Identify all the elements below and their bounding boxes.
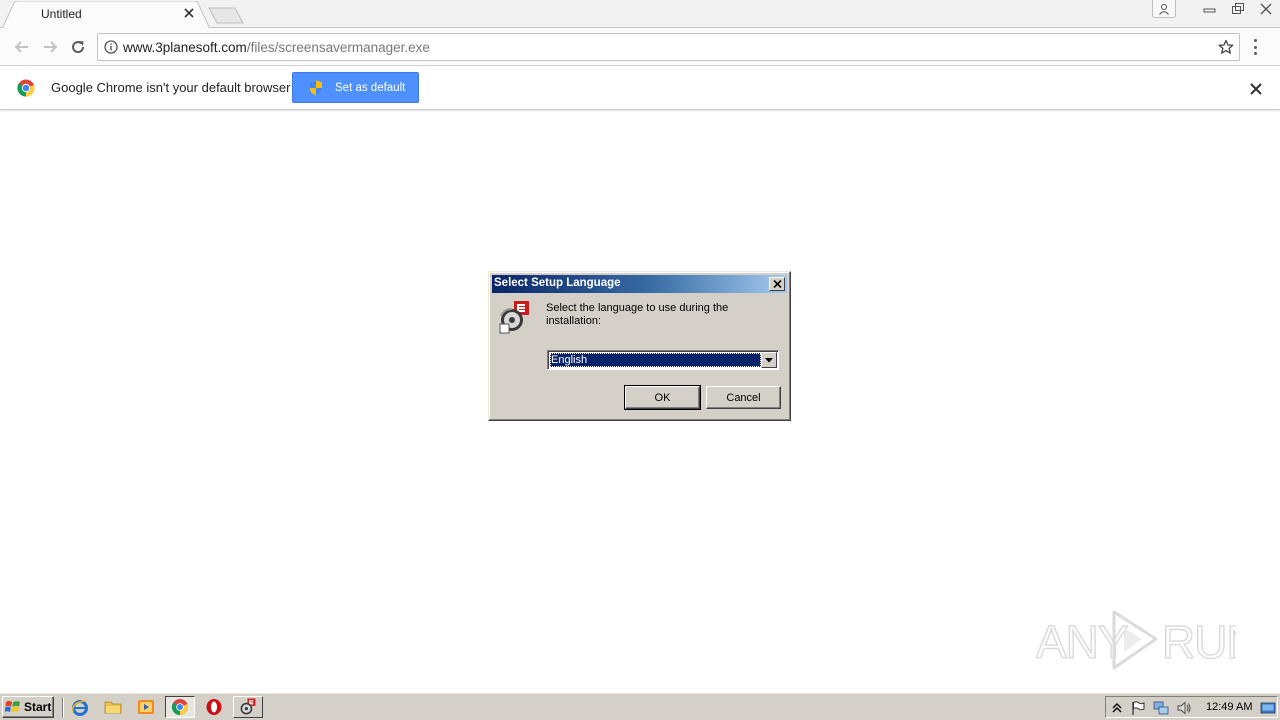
uac-shield-icon <box>310 80 322 95</box>
windows-flag-icon <box>5 701 20 712</box>
setup-taskbar-icon <box>240 698 256 715</box>
file-explorer-icon[interactable] <box>104 698 122 716</box>
language-select[interactable]: English <box>547 350 779 370</box>
browser-toolbar: www.3planesoft.com/files/screensavermana… <box>0 28 1280 66</box>
opera-icon[interactable] <box>205 698 223 716</box>
media-player-icon[interactable] <box>137 698 155 716</box>
taskbar-separator <box>62 697 64 717</box>
dialog-title: Select Setup Language <box>494 277 621 289</box>
site-info-icon[interactable] <box>104 40 118 54</box>
taskbar-setup-button[interactable] <box>233 696 263 718</box>
dropdown-arrow-icon[interactable] <box>761 352 777 368</box>
chrome-menu-icon[interactable] <box>1252 39 1258 55</box>
dialog-message: Select the language to use during the in… <box>546 302 729 327</box>
setup-language-dialog: Select Setup Language Select the languag… <box>488 271 791 421</box>
set-as-default-label: Set as default <box>335 81 406 94</box>
ok-button[interactable]: OK <box>624 385 701 410</box>
default-browser-infobar: Google Chrome isn't your default browser… <box>0 66 1280 110</box>
internet-explorer-icon[interactable] <box>71 698 89 716</box>
dialog-title-bar[interactable]: Select Setup Language <box>492 275 787 293</box>
profile-icon[interactable] <box>1152 0 1176 18</box>
show-desktop-icon[interactable] <box>1260 700 1276 716</box>
cancel-button[interactable]: Cancel <box>706 386 781 409</box>
reload-icon[interactable] <box>68 37 88 57</box>
chrome-taskbar-icon <box>171 699 189 716</box>
tab-strip: Untitled <box>0 0 1280 29</box>
infobar-close-icon[interactable] <box>1249 81 1263 95</box>
volume-icon[interactable] <box>1176 700 1192 716</box>
bookmark-star-icon[interactable] <box>1218 39 1234 55</box>
tab-title: Untitled <box>41 7 82 21</box>
network-icon[interactable] <box>1153 700 1169 716</box>
svg-text:RUN: RUN <box>1162 616 1236 668</box>
taskbar-clock[interactable]: 12:49 AM <box>1206 701 1252 713</box>
url-text[interactable]: www.3planesoft.com/files/screensavermana… <box>123 40 430 55</box>
url-path: /files/screensavermanager.exe <box>246 40 430 55</box>
infobar-message: Google Chrome isn't your default browser <box>51 80 291 95</box>
start-label: Start <box>24 700 52 714</box>
action-center-flag-icon[interactable] <box>1130 700 1146 716</box>
url-host: www.3planesoft.com <box>123 40 247 55</box>
windows-taskbar: Start 12:49 AM <box>0 692 1280 720</box>
forward-arrow-icon[interactable] <box>40 37 60 57</box>
taskbar-chrome-button[interactable] <box>165 696 195 718</box>
set-as-default-button[interactable]: Set as default <box>292 72 419 103</box>
system-tray: 12:49 AM <box>1105 696 1278 718</box>
show-hidden-icons-icon[interactable] <box>1109 700 1125 716</box>
address-bar[interactable]: www.3planesoft.com/files/screensavermana… <box>97 33 1240 61</box>
chrome-logo-icon <box>17 79 35 97</box>
window-close-icon[interactable] <box>1252 0 1280 18</box>
new-tab-button[interactable] <box>208 7 244 24</box>
minimize-icon[interactable] <box>1196 0 1224 18</box>
dialog-close-icon[interactable] <box>769 277 785 291</box>
anyrun-watermark-logo: ANY RUN <box>1036 610 1236 670</box>
back-arrow-icon[interactable] <box>12 37 32 57</box>
tab-close-icon[interactable] <box>182 6 196 20</box>
restore-icon[interactable] <box>1224 0 1252 18</box>
language-selected-value: English <box>550 353 761 367</box>
start-button[interactable]: Start <box>2 696 54 718</box>
setup-app-icon <box>499 301 529 334</box>
